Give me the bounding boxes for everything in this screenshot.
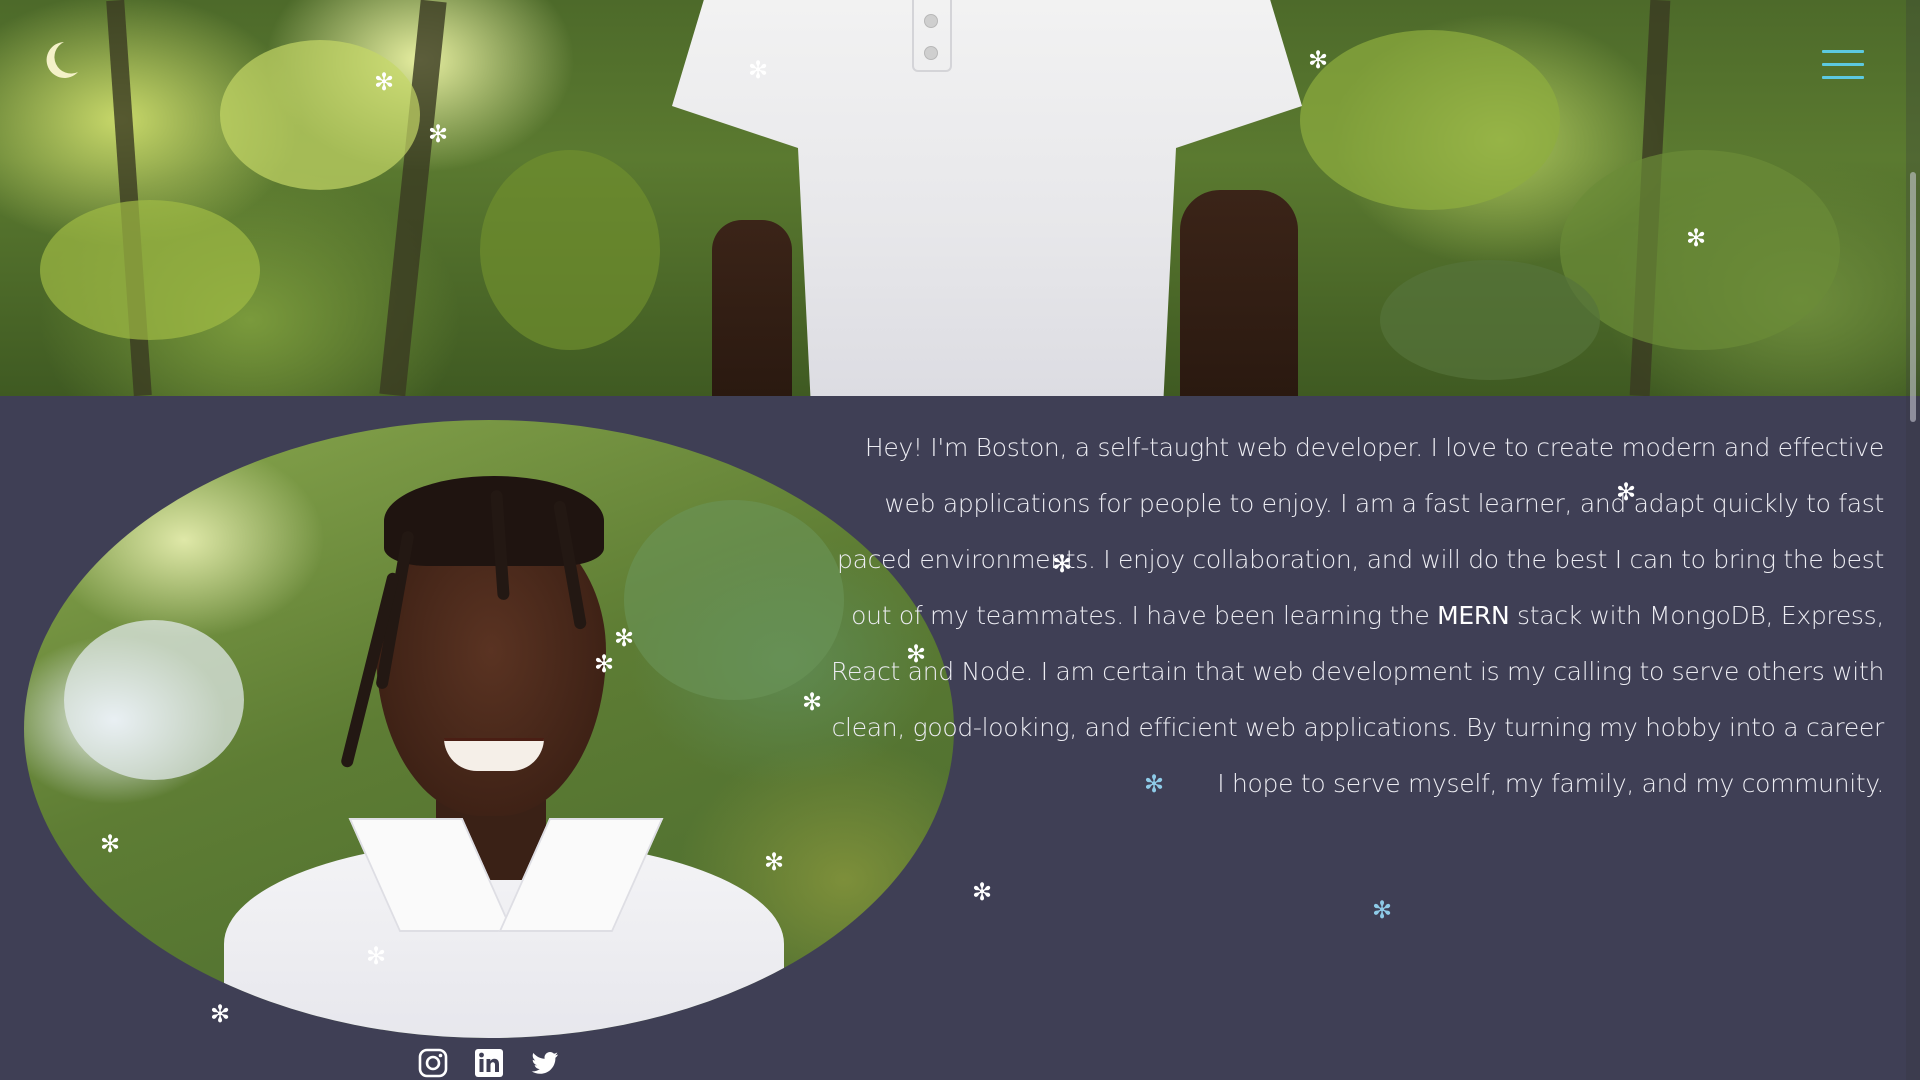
- foliage: [480, 150, 660, 350]
- scrollbar-thumb[interactable]: [1910, 172, 1916, 422]
- theme-toggle-button[interactable]: [38, 38, 82, 82]
- page: Hey! I'm Boston, a self-taught web devel…: [0, 0, 1920, 1080]
- twitter-link[interactable]: [530, 1048, 560, 1078]
- page-scrollbar[interactable]: [1906, 0, 1920, 1080]
- arm: [1180, 190, 1298, 396]
- shirt-button: [924, 46, 938, 60]
- about-text-after: stack with MongoDB, Express, React and N…: [831, 601, 1884, 798]
- foliage: [1560, 150, 1840, 350]
- arm: [712, 220, 792, 396]
- hero-image: [0, 0, 1920, 396]
- hamburger-menu-button[interactable]: [1822, 48, 1864, 82]
- foliage: [1380, 260, 1600, 380]
- foliage: [64, 620, 244, 780]
- shirt-placket: [912, 0, 952, 72]
- snowflake: ✻: [1372, 896, 1393, 924]
- about-paragraph: Hey! I'm Boston, a self-taught web devel…: [820, 420, 1884, 812]
- linkedin-icon: [475, 1049, 503, 1077]
- crescent-moon-icon: [46, 42, 78, 78]
- profile-portrait: [24, 420, 954, 1038]
- mern-highlight: MERN: [1437, 601, 1510, 630]
- instagram-icon: [418, 1048, 448, 1078]
- shirt-button: [924, 14, 938, 28]
- foliage: [220, 40, 420, 190]
- instagram-link[interactable]: [418, 1048, 448, 1078]
- foliage: [1300, 30, 1560, 210]
- foliage: [40, 200, 260, 340]
- snowflake: ✻: [972, 878, 993, 906]
- twitter-icon: [531, 1052, 558, 1074]
- linkedin-link[interactable]: [474, 1048, 504, 1078]
- tree-trunk: [379, 0, 447, 396]
- foliage: [624, 500, 844, 700]
